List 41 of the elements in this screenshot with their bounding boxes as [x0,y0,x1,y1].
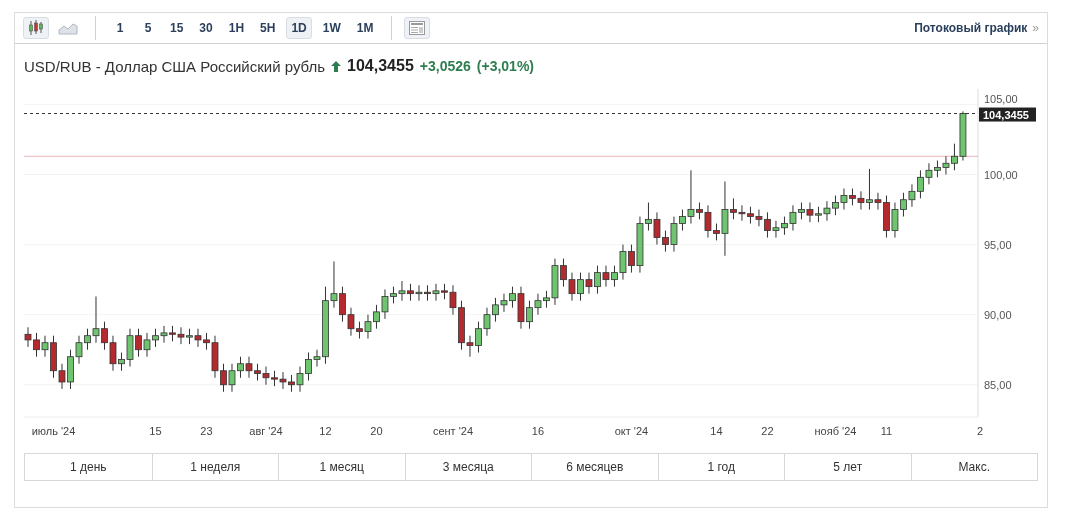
x-axis-label: 15 [149,425,162,437]
chart-type-button[interactable] [23,17,49,39]
x-axis-label: сент '24 [432,425,474,437]
x-axis-label: 11 [880,425,893,437]
percent-change: (+3,01%) [476,58,534,74]
y-axis-label: 85,00 [984,378,1012,391]
interval-button[interactable]: 30 [194,17,218,39]
ref-line-label: 104,3455 [983,108,1029,121]
x-axis-label: 14 [710,425,723,437]
x-axis-label: 22 [761,425,774,437]
price-badge: 104,3455 [979,107,1036,122]
layout-icon [409,21,426,35]
y-axis-label: 105,00 [984,93,1018,106]
x-axis-label: окт '24 [614,425,649,437]
interval-button[interactable]: 5H [255,17,281,39]
y-axis-label: 90,00 [984,308,1012,321]
x-axis-label: авг '24 [249,425,283,437]
x-axis-label: нояб '24 [814,425,857,437]
x-axis-label: 23 [200,425,213,437]
area-chart-icon [58,21,78,35]
interval-button[interactable]: 5 [137,17,159,39]
x-axis-label: 20 [370,425,383,437]
candlestick-icon [28,20,44,36]
streaming-chart-link[interactable]: Потоковый график » [914,21,1039,35]
x-axis-label: 2 [976,425,983,437]
instrument-title: USD/RUB - Доллар США Российский рубль [24,57,326,75]
interval-button[interactable]: 1H [223,17,250,39]
interval-button[interactable]: 1 [109,17,131,39]
y-axis-label: 100,00 [984,168,1018,181]
layout-button[interactable] [404,17,431,39]
interval-button[interactable]: 1D [286,17,312,39]
y-axis-label: 95,00 [984,238,1012,251]
x-axis-label: 12 [319,425,332,437]
price-value: 104,3455 [347,57,414,75]
up-arrow-icon [331,60,342,72]
x-axis-label: 16 [531,425,545,437]
x-axis-label: июль '24 [31,425,76,437]
interval-button[interactable]: 1W [317,17,346,39]
interval-button[interactable]: 15 [165,17,189,39]
price-change: +3,0526 [419,58,471,74]
interval-button[interactable]: 1M [351,17,379,39]
